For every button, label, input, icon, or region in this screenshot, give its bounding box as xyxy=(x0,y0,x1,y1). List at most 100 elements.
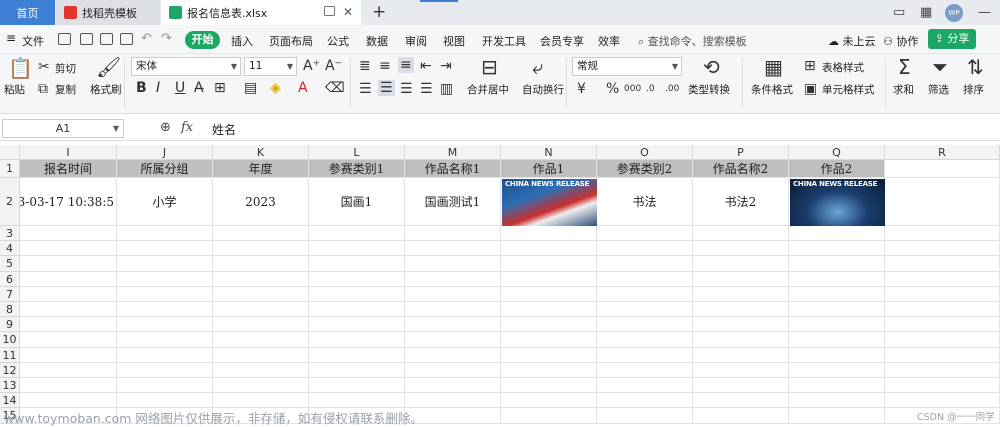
close-tab-icon[interactable]: ✕ xyxy=(343,5,353,19)
cell-r11[interactable] xyxy=(885,347,1000,363)
cell-k4[interactable] xyxy=(213,241,309,257)
cell-style-label[interactable]: 单元格样式 xyxy=(822,82,875,97)
cell-l11[interactable] xyxy=(309,347,405,363)
cloud-status[interactable]: ☁ 未上云 xyxy=(828,33,876,49)
column-header-q[interactable]: Q xyxy=(789,145,885,160)
cell-l1[interactable]: 参赛类别1 xyxy=(309,160,405,178)
table-style-icon[interactable]: ⊞ xyxy=(804,59,816,73)
cell-i8[interactable] xyxy=(20,302,117,318)
menu-developer[interactable]: 开发工具 xyxy=(482,33,526,49)
cell-k11[interactable] xyxy=(213,347,309,363)
thousands-icon[interactable]: 000 xyxy=(624,82,641,96)
cell-m5[interactable] xyxy=(405,256,501,272)
cell-i14[interactable] xyxy=(20,393,117,409)
underline-icon[interactable]: U xyxy=(175,81,185,95)
cell-m8[interactable] xyxy=(405,302,501,318)
cell-k1[interactable]: 年度 xyxy=(213,160,309,178)
cell-k7[interactable] xyxy=(213,286,309,302)
cell-q4[interactable] xyxy=(789,241,885,257)
cell-m2[interactable]: 国画测试1 xyxy=(405,178,501,226)
align-left-icon[interactable]: ☰ xyxy=(359,82,372,96)
pin-icon[interactable] xyxy=(324,6,335,16)
type-convert-label[interactable]: 类型转换 xyxy=(688,82,730,97)
cell-m6[interactable] xyxy=(405,271,501,287)
print-preview-icon[interactable] xyxy=(120,33,133,45)
minimize-icon[interactable]: — xyxy=(978,5,991,20)
cell-o13[interactable] xyxy=(597,378,693,394)
row-header-14[interactable]: 14 xyxy=(0,393,20,409)
cell-m11[interactable] xyxy=(405,347,501,363)
tab-template[interactable]: 找稻壳模板 xyxy=(56,0,160,25)
cell-n3[interactable] xyxy=(501,226,597,242)
auto-wrap-icon[interactable]: ⤶ xyxy=(532,57,543,77)
cell-l12[interactable] xyxy=(309,362,405,378)
cell-j13[interactable] xyxy=(117,378,213,394)
export-pdf-icon[interactable] xyxy=(80,33,93,45)
increase-decimal-icon[interactable]: .0 xyxy=(646,82,655,96)
cell-q8[interactable] xyxy=(789,302,885,318)
auto-wrap-label[interactable]: 自动换行 xyxy=(522,82,564,97)
menu-page-layout[interactable]: 页面布局 xyxy=(269,33,313,49)
cell-k8[interactable] xyxy=(213,302,309,318)
command-search[interactable]: ⌕ 查找命令、搜索模板 xyxy=(638,33,747,49)
row-header-5[interactable]: 5 xyxy=(0,256,20,272)
row-header-11[interactable]: 11 xyxy=(0,347,20,363)
cell-i10[interactable] xyxy=(20,332,117,348)
cell-p2[interactable]: 书法2 xyxy=(693,178,789,226)
save-icon[interactable] xyxy=(58,33,71,45)
cell-i2[interactable]: 2023-03-17 10:38:5 xyxy=(20,178,117,226)
cell-o2[interactable]: 书法 xyxy=(597,178,693,226)
filter-label[interactable]: 筛选 xyxy=(928,82,949,97)
cell-o15[interactable] xyxy=(597,408,693,424)
cell-k9[interactable] xyxy=(213,317,309,333)
cell-q14[interactable] xyxy=(789,393,885,409)
cell-n15[interactable] xyxy=(501,408,597,424)
align-bottom-icon[interactable]: ≡ xyxy=(398,57,414,73)
zoom-icon[interactable]: ⊕ xyxy=(160,120,171,135)
cell-p15[interactable] xyxy=(693,408,789,424)
cell-k2[interactable]: 2023 xyxy=(213,178,309,226)
cell-k10[interactable] xyxy=(213,332,309,348)
row-header-1[interactable]: 1 xyxy=(0,160,20,178)
cell-n4[interactable] xyxy=(501,241,597,257)
cell-o1[interactable]: 参赛类别2 xyxy=(597,160,693,178)
cell-p9[interactable] xyxy=(693,317,789,333)
cell-o10[interactable] xyxy=(597,332,693,348)
cell-m7[interactable] xyxy=(405,286,501,302)
table-style-label[interactable]: 表格样式 xyxy=(822,60,864,75)
cell-r2[interactable] xyxy=(885,178,1000,226)
cell-n5[interactable] xyxy=(501,256,597,272)
cut-label[interactable]: 剪切 xyxy=(55,61,76,76)
cell-l7[interactable] xyxy=(309,286,405,302)
paste-icon[interactable]: 📋 xyxy=(8,58,33,78)
cell-m10[interactable] xyxy=(405,332,501,348)
cell-p4[interactable] xyxy=(693,241,789,257)
cell-style-icon[interactable]: ▤ xyxy=(244,81,257,95)
decrease-font-icon[interactable]: A⁻ xyxy=(325,59,342,73)
collab-button[interactable]: ⚇ 协作 xyxy=(883,33,918,49)
cell-l14[interactable] xyxy=(309,393,405,409)
formula-input[interactable]: 姓名 xyxy=(212,121,236,138)
cell-p6[interactable] xyxy=(693,271,789,287)
eraser-icon[interactable]: ⌫ xyxy=(325,81,345,95)
scissors-icon[interactable]: ✂ xyxy=(38,60,50,74)
align-right-icon[interactable]: ☰ xyxy=(400,82,413,96)
redo-icon[interactable]: ↷ xyxy=(161,31,172,46)
layout-icon[interactable]: ▭ xyxy=(893,5,905,20)
cell-n10[interactable] xyxy=(501,332,597,348)
cell-i11[interactable] xyxy=(20,347,117,363)
cell-i12[interactable] xyxy=(20,362,117,378)
cell-l6[interactable] xyxy=(309,271,405,287)
cell-q10[interactable] xyxy=(789,332,885,348)
cell-n8[interactable] xyxy=(501,302,597,318)
indent-increase-icon[interactable]: ⇥ xyxy=(440,59,452,73)
cell-l8[interactable] xyxy=(309,302,405,318)
italic-icon[interactable]: I xyxy=(156,81,160,95)
column-header-m[interactable]: M xyxy=(405,145,501,160)
cell-q12[interactable] xyxy=(789,362,885,378)
cell-q15[interactable] xyxy=(789,408,885,424)
cell-o8[interactable] xyxy=(597,302,693,318)
bold-icon[interactable]: B xyxy=(136,81,147,95)
cell-j1[interactable]: 所属分组 xyxy=(117,160,213,178)
fill-color-icon[interactable]: ◈ xyxy=(270,81,281,95)
